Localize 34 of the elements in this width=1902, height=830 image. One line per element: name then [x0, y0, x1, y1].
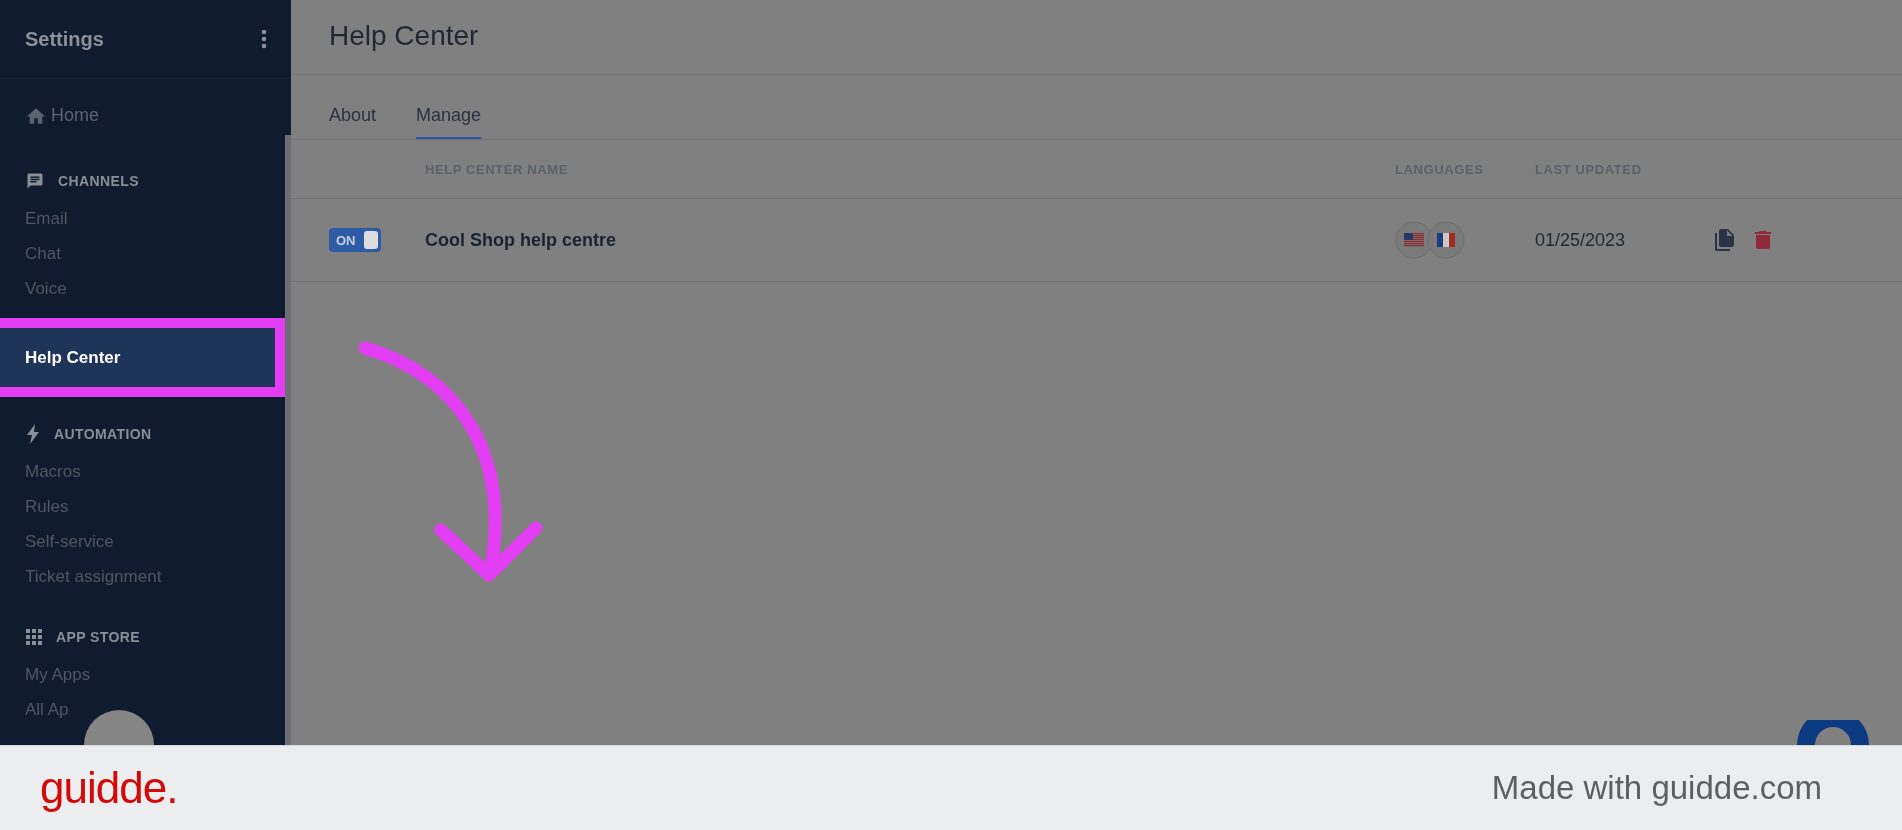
scrollbar[interactable] [285, 135, 291, 746]
home-icon [27, 107, 45, 124]
nav-item[interactable]: Chat [0, 236, 61, 271]
nav-item[interactable]: Rules [0, 489, 69, 524]
nav-item[interactable]: Voice [0, 271, 67, 306]
nav-item[interactable]: Macros [0, 454, 81, 489]
table-cell-text: 01/25/2023 [1535, 229, 1627, 251]
page-title: Help Center [329, 20, 479, 51]
tab[interactable]: About [329, 75, 377, 139]
banner-text: Made with guidde.com [1491, 769, 1822, 807]
section-heading: AUTOMATION [54, 426, 152, 442]
more-icon[interactable] [261, 29, 267, 49]
nav-item[interactable]: Self-service [0, 524, 114, 559]
message-icon [26, 172, 44, 190]
home-link[interactable]: Home [51, 105, 99, 126]
sidebar-title: Settings [25, 27, 104, 51]
toggle-switch[interactable]: ON [329, 228, 381, 252]
tab[interactable]: Manage [416, 75, 482, 139]
chat-button[interactable] [1797, 720, 1869, 745]
table-cell-text: Cool Shop help centre [425, 229, 617, 251]
us-flag-icon [1395, 221, 1433, 259]
nav-item[interactable]: Email [0, 201, 68, 236]
lightning-icon [26, 424, 40, 444]
logo: guidde. [40, 763, 178, 813]
france-flag-icon [1427, 221, 1465, 259]
delete-icon[interactable] [1755, 230, 1771, 250]
nav-item[interactable]: Help Center [0, 318, 285, 397]
nav-item[interactable]: Ticket assignment [0, 559, 162, 594]
section-heading: CHANNELS [58, 173, 139, 189]
copy-icon[interactable] [1715, 229, 1735, 251]
nav-item[interactable]: My Apps [0, 657, 91, 692]
apps-grid-icon [26, 629, 42, 645]
nav-item[interactable]: All Ap [0, 692, 69, 727]
section-heading: APP STORE [56, 629, 140, 645]
